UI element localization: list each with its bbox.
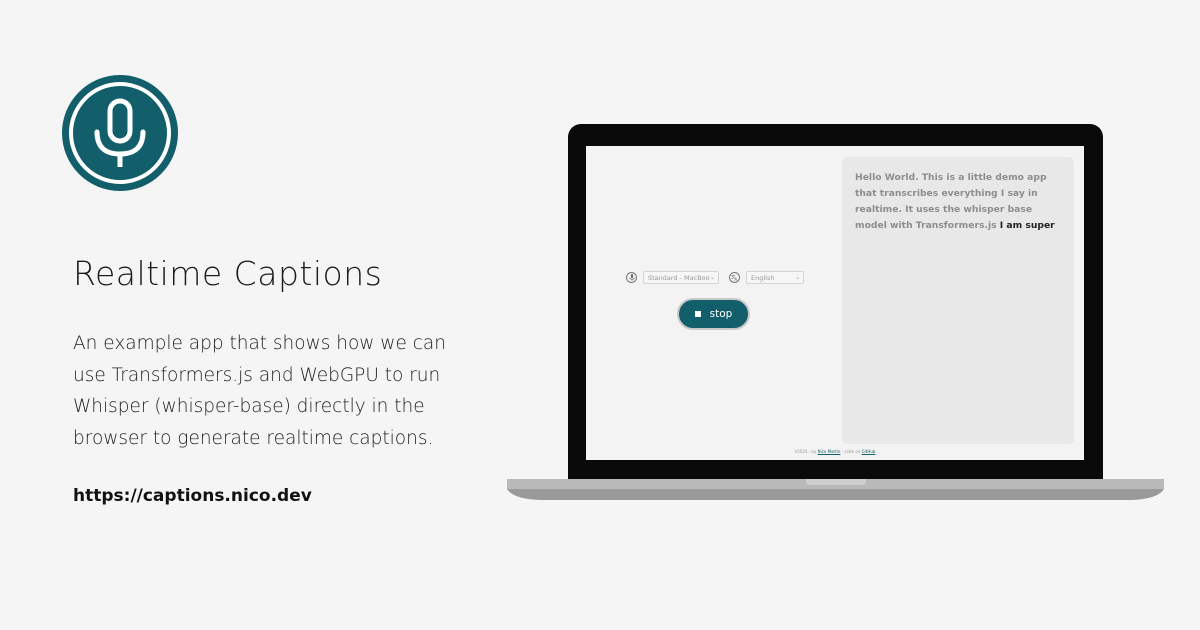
chevron-down-icon: ⌄ [709, 274, 715, 281]
transcript-live: I am super [999, 220, 1055, 231]
stop-icon [694, 311, 701, 317]
controls-row: Standard - MacBoo ⌄ 文 A English ⌄ [626, 271, 804, 284]
transcript-panel: Hello World. This is a little demo app t… [842, 157, 1074, 444]
microphone-icon [626, 272, 637, 283]
stop-button[interactable]: stop [677, 298, 750, 330]
site-url[interactable]: https://captions.nico.dev [73, 486, 312, 506]
svg-text:A: A [734, 277, 737, 281]
device-select[interactable]: Standard - MacBoo ⌄ [643, 271, 719, 284]
language-select-value: English [751, 274, 775, 282]
laptop-notch [806, 479, 866, 485]
screen-footer: V2024 - by Nico Martin - code on GitHub [586, 449, 1084, 454]
stop-button-label: stop [709, 308, 733, 320]
language-select[interactable]: English ⌄ [746, 271, 804, 284]
footer-prefix: V2024 - by [794, 449, 817, 454]
device-select-value: Standard - MacBoo [648, 274, 710, 282]
footer-code-link[interactable]: GitHub [862, 449, 876, 454]
chevron-down-icon: ⌄ [794, 274, 800, 281]
microphone-logo-icon [62, 75, 178, 191]
footer-middle: - code on [841, 449, 861, 454]
footer-author-link[interactable]: Nico Martin [818, 449, 841, 454]
description: An example app that shows how we can use… [73, 333, 446, 449]
app-screen: Standard - MacBoo ⌄ 文 A English ⌄ stop H… [586, 146, 1084, 460]
translate-icon: 文 A [729, 272, 740, 283]
page-title: Realtime Captions [73, 254, 383, 293]
